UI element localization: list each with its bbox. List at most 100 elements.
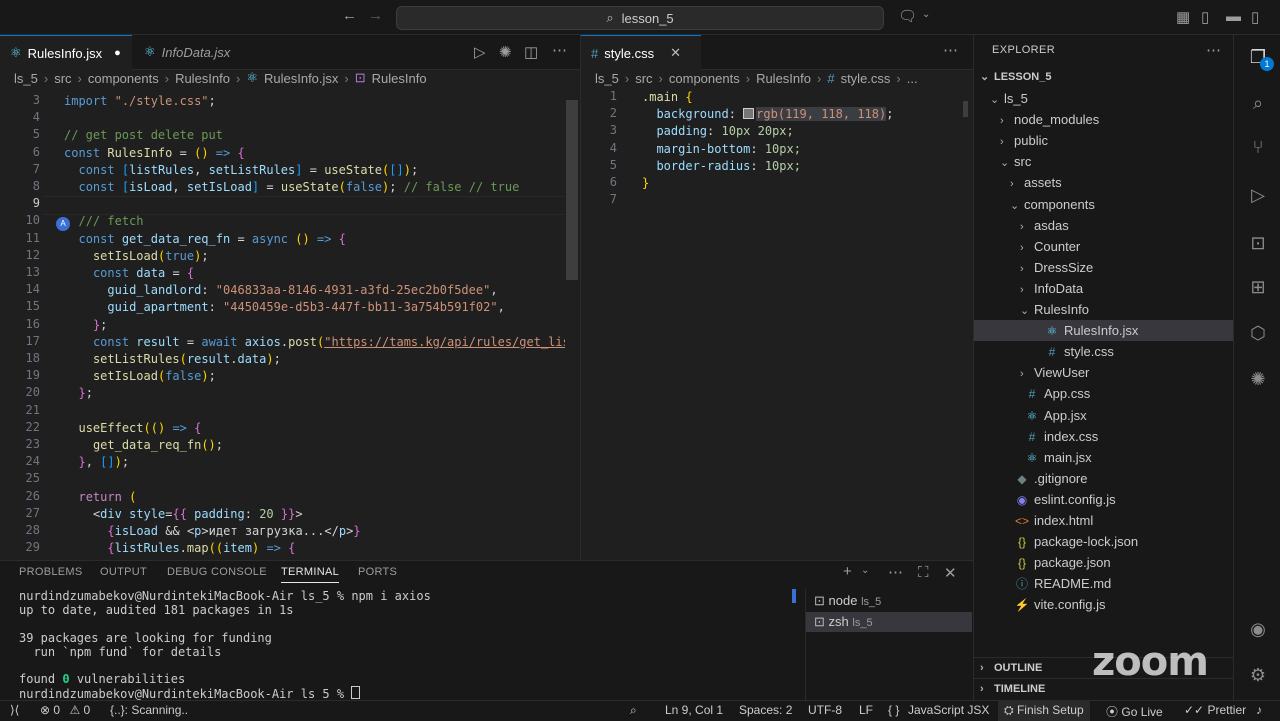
breadcrumb-item[interactable]: RulesInfo.jsx <box>264 71 338 86</box>
prettier-status[interactable]: ✓✓ Prettier <box>1184 703 1246 717</box>
toggle-primary-sidebar-icon[interactable]: ▯ <box>1201 8 1209 26</box>
back-arrow-icon[interactable]: ← <box>342 7 357 24</box>
tree-file[interactable]: <> index.html <box>974 510 1234 531</box>
command-center-search[interactable]: ⌕ lesson_5 <box>396 6 884 30</box>
more-actions-icon[interactable]: ⋯ <box>552 41 567 59</box>
css-code-editor[interactable]: 1 .main {2 background: rgb(119, 118, 118)… <box>581 89 961 289</box>
tab-style-css[interactable]: # style.css ✕ <box>581 35 701 70</box>
codelens-badge[interactable]: A <box>56 217 70 231</box>
remote-icon[interactable]: ⟩⟨ <box>10 703 19 717</box>
breadcrumb-item[interactable]: src <box>54 71 71 86</box>
bell-icon[interactable]: ♪ <box>1256 703 1262 717</box>
chevron-down-icon[interactable]: ⌄ <box>922 9 930 20</box>
tree-file[interactable]: # style.css <box>974 341 1234 362</box>
terminal-output[interactable]: nurdindzumabekov@NurdintekiMacBook-Air l… <box>0 589 790 701</box>
docker-icon[interactable]: ⬡ <box>1246 321 1270 345</box>
tab-problems[interactable]: PROBLEMS <box>19 566 83 578</box>
maximize-panel-icon[interactable]: ⛶ <box>918 564 929 581</box>
breadcrumb-item[interactable]: ls_5 <box>14 71 38 86</box>
tree-folder[interactable]: › assets <box>974 172 1234 193</box>
gear-icon[interactable]: ⚙ <box>1246 663 1270 687</box>
chevron-down-icon[interactable]: ⌄ <box>861 565 869 576</box>
more-actions-icon[interactable]: ⋯ <box>943 41 958 59</box>
tab-terminal[interactable]: TERMINAL <box>281 566 340 583</box>
account-icon[interactable]: ◉ <box>1246 617 1270 641</box>
tree-folder[interactable]: › DressSize <box>974 257 1234 278</box>
terminal-session-node[interactable]: ⊡ node ls_5 <box>814 591 972 611</box>
chatgpt-icon[interactable]: ✺ <box>499 43 512 61</box>
tree-folder[interactable]: › asdas <box>974 215 1234 236</box>
copilot-chat-icon[interactable]: 🗨 <box>898 7 917 25</box>
end-of-line[interactable]: LF <box>859 703 873 717</box>
remote-explorer-icon[interactable]: ⊡ <box>1246 231 1270 255</box>
forward-arrow-icon[interactable]: → <box>368 7 383 24</box>
terminal-session-zsh[interactable]: ⊡ zsh ls_5 <box>806 612 972 632</box>
split-editor-icon[interactable]: ◫ <box>524 43 538 61</box>
tab-output[interactable]: OUTPUT <box>100 566 147 578</box>
zoom-icon[interactable]: ⌕ <box>630 703 637 718</box>
breadcrumb-item[interactable]: ls_5 <box>595 71 619 86</box>
tree-file[interactable]: ⚛ RulesInfo.jsx <box>974 320 1234 342</box>
breadcrumb-item[interactable]: components <box>669 71 740 86</box>
breadcrumb-item[interactable]: src <box>635 71 652 86</box>
tree-file[interactable]: ⓘ README.md <box>974 573 1234 594</box>
line-number: 15 <box>25 299 40 314</box>
tab-rulesinfo-jsx[interactable]: ⚛ RulesInfo.jsx ● <box>0 35 132 70</box>
go-live-button[interactable]: ⦿ Go Live <box>1106 703 1163 720</box>
language-mode[interactable]: JavaScript JSX <box>908 703 989 717</box>
modified-dot[interactable]: ● <box>114 47 121 59</box>
customize-layout-icon[interactable]: ▦ <box>1176 8 1190 26</box>
breadcrumb-item[interactable]: ... <box>907 71 918 86</box>
tab-debug-console[interactable]: DEBUG CONSOLE <box>167 566 267 578</box>
tree-file[interactable]: ⚛ App.jsx <box>974 405 1234 426</box>
line-number: 23 <box>25 437 40 451</box>
encoding[interactable]: UTF-8 <box>808 703 842 717</box>
problems-indicator[interactable]: ⊗ 0 ⚠ 0 <box>40 703 90 717</box>
breadcrumb-item[interactable]: RulesInfo <box>756 71 811 86</box>
more-actions-icon[interactable]: ⋯ <box>1206 41 1221 59</box>
tree-folder[interactable]: ⌄ ls_5 <box>974 88 1234 109</box>
toggle-panel-icon[interactable]: ▬ <box>1226 8 1241 25</box>
tree-file[interactable]: # index.css <box>974 426 1234 447</box>
tree-folder[interactable]: › ViewUser <box>974 362 1234 383</box>
breadcrumb-item[interactable]: RulesInfo <box>372 71 427 86</box>
close-icon[interactable]: ✕ <box>944 564 957 582</box>
source-control-icon[interactable]: ⑂ <box>1246 135 1270 159</box>
tab-infodata-jsx[interactable]: ⚛ InfoData.jsx <box>134 35 264 69</box>
code-editor[interactable]: 3 import "./style.css"; 4 5 // get post dele… <box>0 93 565 557</box>
tree-file[interactable]: ◉ eslint.config.js <box>974 489 1234 510</box>
editor-scrollbar[interactable] <box>963 101 968 117</box>
breadcrumb-item[interactable]: RulesInfo <box>175 71 230 86</box>
tree-file[interactable]: # App.css <box>974 383 1234 404</box>
more-actions-icon[interactable]: ⋯ <box>888 563 903 581</box>
tree-folder[interactable]: ⌄ src <box>974 151 1234 172</box>
tree-folder[interactable]: › public <box>974 130 1234 151</box>
search-icon[interactable]: ⌕ <box>1246 91 1270 115</box>
tree-file[interactable]: ⚡ vite.config.js <box>974 594 1234 615</box>
run-icon[interactable]: ▷ <box>474 43 486 61</box>
chatgpt-icon[interactable]: ✺ <box>1246 367 1270 391</box>
tree-folder[interactable]: › node_modules <box>974 109 1234 130</box>
extensions-icon[interactable]: ⊞ <box>1246 275 1270 299</box>
finish-setup-button[interactable]: ⛭ Finish Setup <box>998 701 1090 721</box>
breadcrumb-item[interactable]: style.css <box>841 71 891 86</box>
scanning-status[interactable]: {..}: Scanning.. <box>110 703 188 717</box>
tree-folder[interactable]: ⌄ RulesInfo <box>974 299 1234 320</box>
breadcrumb-item[interactable]: components <box>88 71 159 86</box>
run-debug-icon[interactable]: ▷ <box>1246 183 1270 207</box>
indentation[interactable]: Spaces: 2 <box>739 703 792 717</box>
new-terminal-icon[interactable]: + <box>843 563 852 580</box>
cursor-position[interactable]: Ln 9, Col 1 <box>665 703 723 717</box>
toggle-secondary-sidebar-icon[interactable]: ▯ <box>1251 8 1259 26</box>
tab-ports[interactable]: PORTS <box>358 566 397 578</box>
close-icon[interactable]: ✕ <box>670 45 681 61</box>
tree-file[interactable]: {} package-lock.json <box>974 531 1234 552</box>
color-swatch[interactable] <box>743 108 755 120</box>
tree-file[interactable]: ◆ .gitignore <box>974 468 1234 489</box>
tree-folder[interactable]: › InfoData <box>974 278 1234 299</box>
tree-file[interactable]: {} package.json <box>974 552 1234 573</box>
tree-file[interactable]: ⚛ main.jsx <box>974 447 1234 468</box>
workspace-root[interactable]: ⌄ LESSON_5 <box>974 67 1240 88</box>
tree-folder[interactable]: › Counter <box>974 236 1234 257</box>
tree-folder[interactable]: ⌄ components <box>974 194 1234 215</box>
